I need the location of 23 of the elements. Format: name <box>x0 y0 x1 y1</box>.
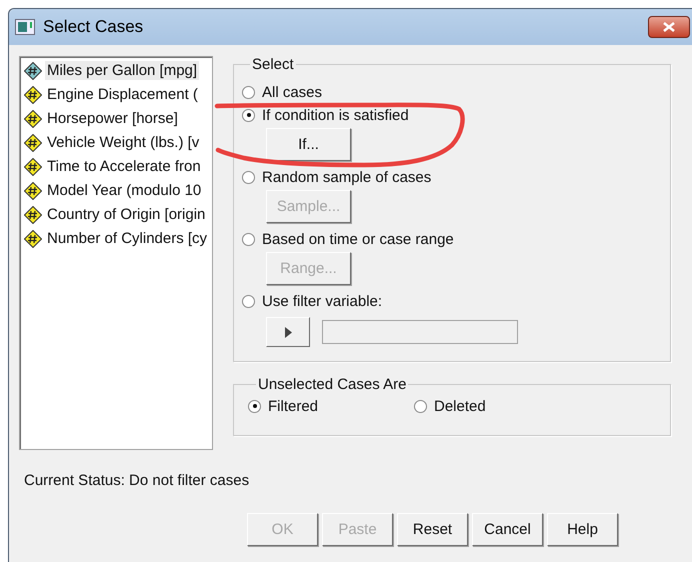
variable-item[interactable]: Vehicle Weight (lbs.) [v <box>24 133 212 152</box>
radio-option[interactable]: All cases <box>242 82 322 102</box>
status-text: Current Status: Do not filter cases <box>24 472 250 489</box>
window-title: Select Cases <box>43 17 144 37</box>
variable-item[interactable]: Number of Cylinders [cy <box>24 229 212 248</box>
variable-item[interactable]: Country of Origin [origin <box>24 205 212 224</box>
variable-list[interactable]: Miles per Gallon [mpg] Engine Displacement ( Horsepower [horse] Vehicle Weight (lbs.) [v Time to Accelerate fron Model Year (modulo 10 Country of Origin [origin Number of Cylinders [cy <box>19 56 213 450</box>
variable-item[interactable]: Horsepower [horse] <box>24 109 212 128</box>
dialog-button[interactable]: Reset <box>397 513 468 546</box>
dialog-button[interactable]: Help <box>547 513 618 546</box>
radio-option[interactable]: Based on time or case range <box>242 229 454 249</box>
radio-option[interactable]: Deleted <box>414 396 486 416</box>
option-button[interactable]: If... <box>266 128 351 161</box>
radio-option[interactable]: Random sample of cases <box>242 167 432 187</box>
variable-item[interactable]: Model Year (modulo 10 <box>24 181 212 200</box>
variable-item[interactable]: Time to Accelerate fron <box>24 157 212 176</box>
radio-option[interactable]: Filtered <box>248 396 414 416</box>
group-title: Unselected Cases Are <box>257 376 408 393</box>
radio-option[interactable]: Use filter variable: <box>242 291 382 311</box>
variable-item[interactable]: Engine Displacement ( <box>24 85 212 104</box>
radio-option[interactable]: If condition is satisfied <box>242 105 409 125</box>
group-title: Select <box>251 56 295 73</box>
dialog-button[interactable]: Cancel <box>472 513 543 546</box>
